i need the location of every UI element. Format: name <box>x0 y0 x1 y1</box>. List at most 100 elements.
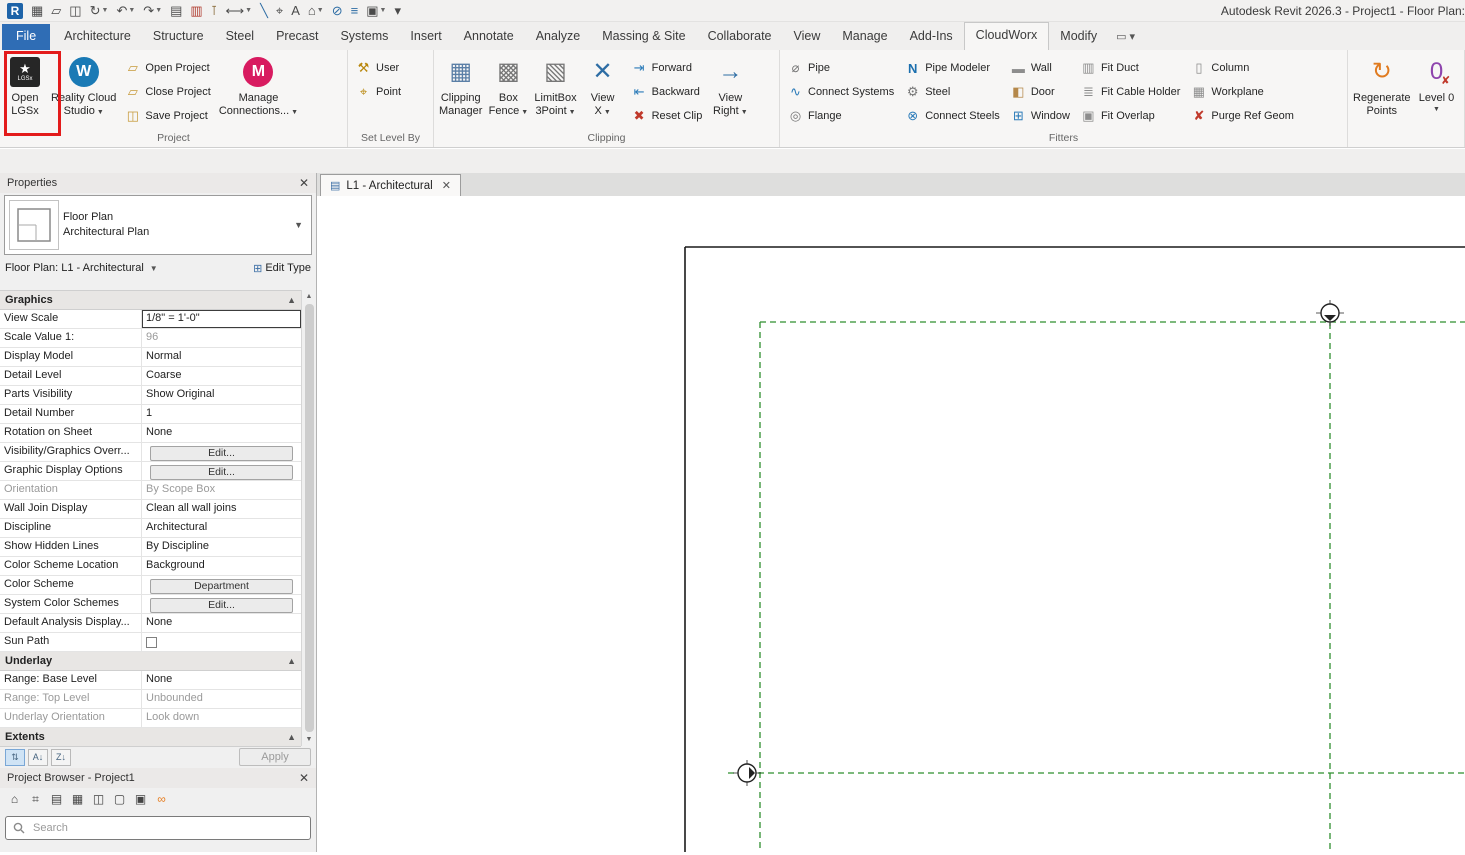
view-x-button[interactable]: ✕ViewX▼ <box>580 51 626 119</box>
column-button[interactable]: ▯Column <box>1190 56 1294 80</box>
backward-button[interactable]: ⇤Backward <box>631 80 703 104</box>
pipe-button[interactable]: ⌀Pipe <box>787 56 894 80</box>
level-0-button[interactable]: 0✘Level 0▼ <box>1414 51 1460 114</box>
wall-button[interactable]: ▬Wall <box>1010 56 1070 80</box>
pipe-modeler-button[interactable]: NPipe Modeler <box>904 56 1000 80</box>
save-icon[interactable]: ◫ <box>65 1 85 21</box>
ribbon-tab-modify[interactable]: Modify <box>1049 24 1108 50</box>
section-header-underlay[interactable]: Underlay▲ <box>0 652 301 671</box>
property-value-text[interactable]: None <box>146 426 172 438</box>
ribbon-tab-insert[interactable]: Insert <box>399 24 452 50</box>
property-value-text[interactable]: Architectural <box>146 521 207 533</box>
door-button[interactable]: ◧Door <box>1010 80 1070 104</box>
property-value-text[interactable]: Clean all wall joins <box>146 502 237 514</box>
connect-systems-button[interactable]: ∿Connect Systems <box>787 80 894 104</box>
open-file-icon[interactable]: ▱ <box>47 1 65 21</box>
search-input[interactable] <box>31 821 303 835</box>
flange-button[interactable]: ◎Flange <box>787 104 894 128</box>
level-0-button-dropdown-icon[interactable]: ▼ <box>1433 106 1440 114</box>
ribbon-tab-collaborate[interactable]: Collaborate <box>697 24 783 50</box>
open-project-button[interactable]: ▱Open Project <box>124 56 210 80</box>
preview-icon[interactable]: ◫ <box>88 790 109 809</box>
set-level-by-user-button[interactable]: ⚒User <box>355 56 401 80</box>
ribbon-tab-file[interactable]: File <box>2 24 50 50</box>
model-canvas[interactable] <box>317 196 1465 852</box>
ribbon-tab-cloudworx[interactable]: CloudWorx <box>964 22 1050 50</box>
project-browser-search[interactable] <box>5 816 311 840</box>
revit-logo[interactable]: R <box>3 1 27 21</box>
elevation-marker-left[interactable] <box>733 760 761 786</box>
fit-duct-button[interactable]: ▥Fit Duct <box>1080 56 1180 80</box>
sort-ascending-icon[interactable]: A↓ <box>28 749 48 766</box>
property-value-text[interactable]: 1 <box>146 407 152 419</box>
ribbon-tab-manage[interactable]: Manage <box>831 24 898 50</box>
property-value-text[interactable]: By Scope Box <box>146 483 215 495</box>
redo-icon-dropdown-icon[interactable]: ▼ <box>155 7 162 14</box>
property-value-text[interactable]: Look down <box>146 711 199 723</box>
view-right-button-dropdown-icon[interactable]: ▼ <box>741 109 748 116</box>
scroll-down-icon[interactable]: ▼ <box>306 733 313 746</box>
ribbon-tab-systems[interactable]: Systems <box>329 24 399 50</box>
property-value-text[interactable]: Coarse <box>146 369 181 381</box>
aligned-dimension-icon[interactable]: ⟷▼ <box>222 1 257 21</box>
undo-icon[interactable]: ↶▼ <box>112 1 139 21</box>
ribbon-tab-analyze[interactable]: Analyze <box>525 24 591 50</box>
connect-steels-button[interactable]: ⊗Connect Steels <box>904 104 1000 128</box>
reality-cloud-studio-button-dropdown-icon[interactable]: ▼ <box>97 109 104 116</box>
property-value-button[interactable]: Edit... <box>150 446 293 461</box>
thin-lines-icon[interactable]: ≡ <box>347 1 363 21</box>
redo-icon[interactable]: ↷▼ <box>139 1 166 21</box>
property-value-button[interactable]: Edit... <box>150 598 293 613</box>
property-value-text[interactable]: 96 <box>146 331 158 343</box>
reset-clip-button[interactable]: ✖Reset Clip <box>631 104 703 128</box>
box-fence-button-dropdown-icon[interactable]: ▼ <box>521 109 528 116</box>
property-value-text[interactable]: Show Original <box>146 388 214 400</box>
property-value-text[interactable]: None <box>146 673 172 685</box>
property-value-button[interactable]: Department <box>150 579 293 594</box>
property-checkbox[interactable] <box>146 637 157 648</box>
property-value-text[interactable]: Normal <box>146 350 181 362</box>
steel-button[interactable]: ⚙Steel <box>904 80 1000 104</box>
project-browser-close-icon[interactable]: ✕ <box>299 771 309 785</box>
properties-scrollbar[interactable]: ▲ ▼ <box>301 290 316 746</box>
sync-icon[interactable]: ↻▼ <box>86 1 113 21</box>
view-x-button-dropdown-icon[interactable]: ▼ <box>604 109 611 116</box>
sync-icon-dropdown-icon[interactable]: ▼ <box>102 7 109 14</box>
sort-descending-icon[interactable]: Z↓ <box>51 749 71 766</box>
properties-close-icon[interactable]: ✕ <box>299 176 309 190</box>
section-collapse-icon[interactable]: ▲ <box>287 656 296 666</box>
property-value-text[interactable]: Background <box>146 559 205 571</box>
undo-icon-dropdown-icon[interactable]: ▼ <box>128 7 135 14</box>
ribbon-tab-view[interactable]: View <box>783 24 832 50</box>
selection-icon[interactable]: ⌗ <box>25 790 46 809</box>
box-icon[interactable]: ▣ <box>130 790 151 809</box>
manage-connections-button-dropdown-icon[interactable]: ▼ <box>291 109 298 116</box>
box-fence-button[interactable]: ▩BoxFence▼ <box>485 51 531 119</box>
property-value-text[interactable]: By Discipline <box>146 540 209 552</box>
save-project-button[interactable]: ◫Save Project <box>124 104 210 128</box>
section-collapse-icon[interactable]: ▲ <box>287 732 296 742</box>
limitbox-3point-button-dropdown-icon[interactable]: ▼ <box>569 109 576 116</box>
ribbon-tab-steel[interactable]: Steel <box>215 24 266 50</box>
ribbon-tab-structure[interactable]: Structure <box>142 24 215 50</box>
ribbon-tab-add-ins[interactable]: Add-Ins <box>899 24 964 50</box>
open-lgsx-button[interactable]: ★LGSxOpenLGSx <box>2 51 48 117</box>
sort-manual-icon[interactable]: ⇅ <box>5 749 25 766</box>
property-value-text[interactable]: Unbounded <box>146 692 203 704</box>
fit-overlap-button[interactable]: ▣Fit Overlap <box>1080 104 1180 128</box>
elevation-extent-dashed-lines[interactable] <box>728 322 1465 852</box>
switch-windows-icon[interactable]: ▣▼ <box>362 1 390 21</box>
aligned-dimension-icon-dropdown-icon[interactable]: ▼ <box>245 7 252 14</box>
scroll-up-icon[interactable]: ▲ <box>306 290 313 303</box>
model-line-icon[interactable]: ╲ <box>256 1 272 21</box>
manage-connections-button[interactable]: MManageConnections...▼ <box>216 51 301 119</box>
reality-cloud-studio-button[interactable]: WReality CloudStudio▼ <box>48 51 119 119</box>
limitbox-3point-button[interactable]: ▧LimitBox3Point▼ <box>531 51 579 119</box>
purge-ref-geom-button[interactable]: ✘Purge Ref Geom <box>1190 104 1294 128</box>
ribbon-tab-architecture[interactable]: Architecture <box>53 24 142 50</box>
view-tab-close-icon[interactable]: ✕ <box>442 179 451 192</box>
sheet-icon[interactable]: ▢ <box>109 790 130 809</box>
clipping-manager-button[interactable]: ▦ClippingManager <box>436 51 485 117</box>
link-icon[interactable]: ∞ <box>151 790 172 809</box>
default-3d-view-icon-dropdown-icon[interactable]: ▼ <box>317 7 324 14</box>
